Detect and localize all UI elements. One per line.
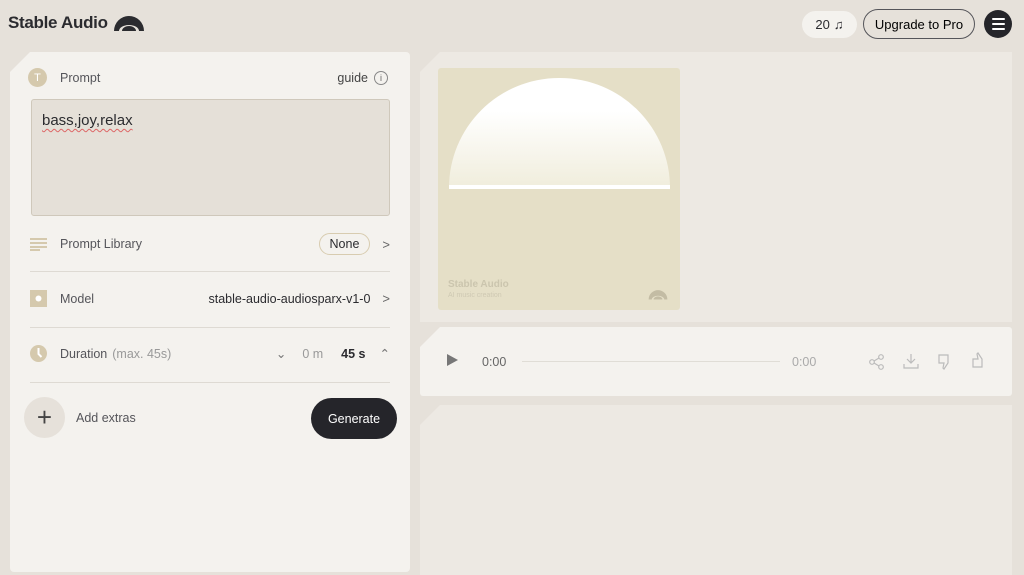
current-time: 0:00 <box>482 355 507 369</box>
prompt-library-row[interactable]: Prompt Library None > <box>30 233 390 255</box>
duration-hint: (max. 45s) <box>112 346 172 361</box>
download-icon[interactable] <box>903 353 919 369</box>
stable-audio-logo-icon <box>113 16 144 31</box>
brand-logo[interactable]: Stable Audio <box>8 13 145 33</box>
prompt-library-label: Prompt Library <box>60 237 142 251</box>
prompt-header: T Prompt guide i <box>28 68 388 87</box>
progress-bar[interactable] <box>522 361 780 362</box>
share-icon[interactable] <box>869 354 885 370</box>
prompt-label: Prompt <box>60 70 101 85</box>
stable-audio-logo-icon <box>648 290 668 300</box>
empty-result-panel <box>420 405 1012 575</box>
thumbs-down-icon[interactable] <box>937 353 953 371</box>
prompt-library-value[interactable]: None <box>318 233 371 255</box>
chevron-right-icon[interactable]: > <box>382 291 390 306</box>
plus-icon: + <box>36 402 53 432</box>
duration-row: Duration (max. 45s) ⌄ 0 m 45 s ⌃ <box>30 345 390 362</box>
chevron-up-icon[interactable]: ⌃ <box>380 346 390 361</box>
play-icon[interactable] <box>447 354 458 366</box>
chevron-right-icon[interactable]: > <box>382 237 390 252</box>
duration-seconds[interactable]: 45 s <box>341 347 365 361</box>
cover-title: Stable Audio <box>448 279 509 290</box>
sun-graphic <box>449 78 670 188</box>
duration-label: Duration <box>60 346 108 361</box>
text-icon: T <box>28 68 47 87</box>
prompt-text: bass,joy,relax <box>42 112 133 129</box>
audio-player: 0:00 0:00 <box>420 327 1012 396</box>
brand-name: Stable Audio <box>8 13 108 32</box>
cover-art: Stable Audio AI music creation <box>438 68 680 310</box>
info-icon[interactable]: i <box>374 70 388 85</box>
hamburger-menu-icon[interactable] <box>984 10 1012 38</box>
prompt-input[interactable]: bass,joy,relax <box>31 99 390 216</box>
model-icon <box>30 290 47 307</box>
music-note-icon: ♫ <box>833 17 844 32</box>
clock-icon <box>30 345 47 362</box>
upgrade-to-pro-button[interactable]: Upgrade to Pro <box>863 9 975 39</box>
model-value: stable-audio-audiosparx-v1-0 <box>208 291 371 306</box>
credits-count: 20 <box>815 17 830 32</box>
model-label: Model <box>60 291 95 306</box>
list-icon <box>30 236 47 253</box>
add-extras-label[interactable]: Add extras <box>76 411 136 425</box>
credits-badge[interactable]: 20 ♫ <box>802 11 857 38</box>
thumbs-up-icon[interactable] <box>971 351 987 369</box>
generate-button[interactable]: Generate <box>311 398 397 439</box>
chevron-down-icon[interactable]: ⌄ <box>276 346 286 361</box>
duration-minutes[interactable]: 0 m <box>302 347 323 361</box>
guide-link[interactable]: guide <box>337 71 368 85</box>
model-row[interactable]: Model stable-audio-audiosparx-v1-0 > <box>30 290 390 307</box>
add-extras-button[interactable]: + <box>24 397 65 438</box>
cover-subtitle: AI music creation <box>448 292 502 299</box>
total-time: 0:00 <box>792 355 817 369</box>
